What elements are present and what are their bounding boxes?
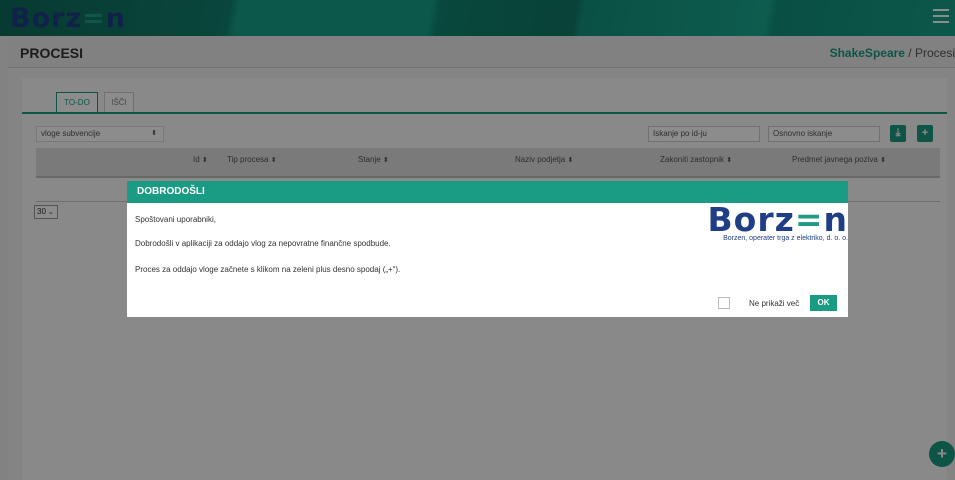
modal-line1: Dobrodošli v aplikaciji za oddajo vlog z… bbox=[135, 239, 391, 248]
dont-show-again-label: Ne prikaži več bbox=[749, 299, 800, 308]
borzen-brand-logo: Borz=n Borzen, operater trga z elektriko… bbox=[698, 203, 848, 243]
ok-button[interactable]: OK bbox=[810, 295, 837, 311]
welcome-modal: DOBRODOŠLI Spoštovani uporabniki, Dobrod… bbox=[127, 181, 848, 317]
modal-line2: Proces za oddajo vloge začnete s klikom … bbox=[135, 265, 401, 274]
modal-greeting: Spoštovani uporabniki, bbox=[135, 215, 216, 224]
dont-show-again-checkbox[interactable] bbox=[718, 297, 730, 309]
